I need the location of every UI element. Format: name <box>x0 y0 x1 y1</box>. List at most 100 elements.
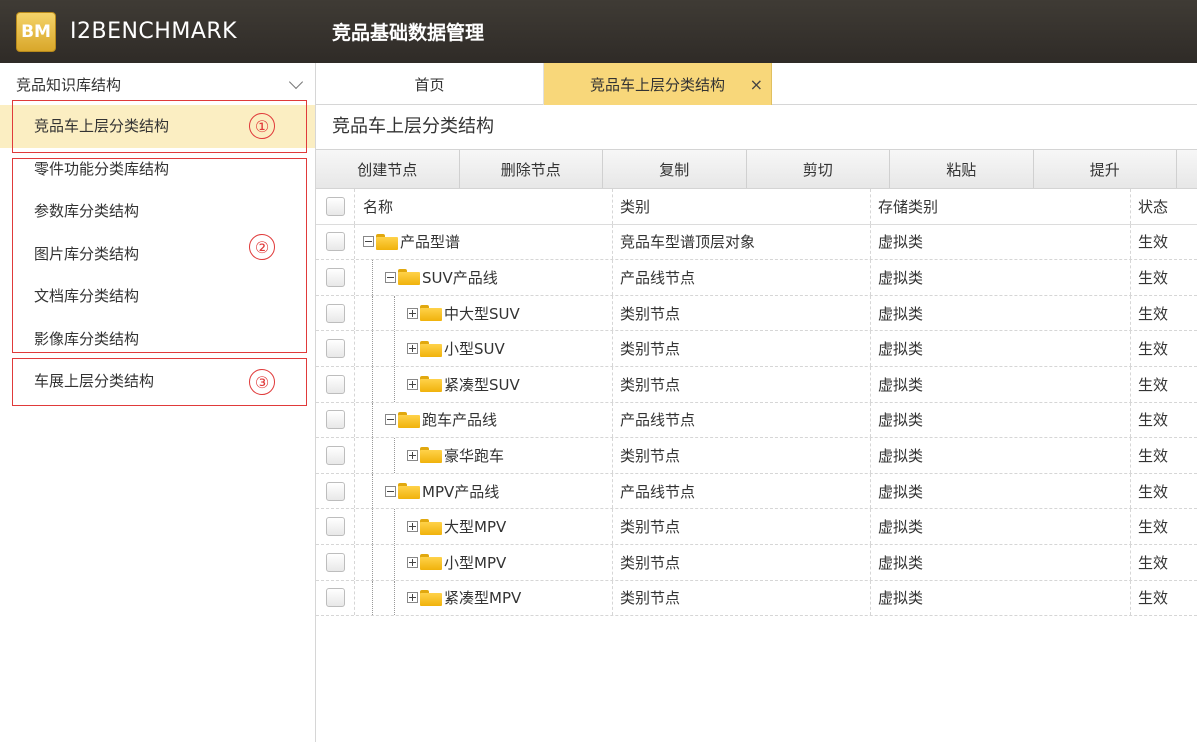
node-name[interactable]: 大型MPV <box>444 516 506 537</box>
tab-classification[interactable]: 竞品车上层分类结构 × <box>544 63 772 105</box>
tab-home[interactable]: 首页 <box>316 63 544 105</box>
folder-icon <box>398 269 420 286</box>
expand-icon[interactable] <box>407 592 418 604</box>
expand-icon[interactable] <box>407 307 418 319</box>
collapse-icon[interactable] <box>363 236 374 248</box>
folder-icon <box>420 554 442 571</box>
expand-icon[interactable] <box>407 556 418 568</box>
tree-guide-line <box>385 438 407 473</box>
folder-icon <box>420 305 442 322</box>
toolbar-button[interactable]: 删除节点 <box>460 150 603 188</box>
column-header-type[interactable]: 类别 <box>613 189 871 224</box>
sidebar-title: 竞品知识库结构 <box>16 75 122 94</box>
collapse-icon[interactable] <box>385 414 396 426</box>
status-cell: 生效 <box>1138 446 1169 465</box>
node-name[interactable]: 产品型谱 <box>400 231 460 252</box>
node-name[interactable]: SUV产品线 <box>422 267 498 288</box>
table-row[interactable]: 跑车产品线 产品线节点 虚拟类 生效 <box>316 402 1197 439</box>
row-checkbox[interactable] <box>325 445 345 465</box>
table-row[interactable]: 小型MPV 类别节点 虚拟类 生效 <box>316 544 1197 581</box>
collapse-icon[interactable] <box>385 271 396 283</box>
table-row[interactable]: 大型MPV 类别节点 虚拟类 生效 <box>316 509 1197 545</box>
row-checkbox[interactable] <box>325 303 345 323</box>
folder-icon <box>398 411 420 428</box>
tree-guide-line <box>363 260 385 295</box>
row-checkbox[interactable] <box>325 232 345 252</box>
toolbar-button[interactable]: 提升 <box>1034 150 1177 188</box>
sidebar: 竞品知识库结构 竞品车上层分类结构 零件功能分类库结构 参数库分类结构 图片库分类结构… <box>0 63 316 742</box>
tree-grid: 名称 类别 存储类别 状态 产品型谱 竞品车型谱顶层对象 虚拟类 生效 SUV产品线 产品… <box>316 189 1197 617</box>
table-row[interactable]: 中大型SUV 类别节点 虚拟类 生效 <box>316 295 1197 332</box>
type-cell: 类别节点 <box>613 580 871 616</box>
column-header-name[interactable]: 名称 <box>355 189 613 224</box>
status-cell: 生效 <box>1138 375 1169 394</box>
row-checkbox[interactable] <box>325 552 345 572</box>
column-header-status[interactable]: 状态 <box>1131 189 1197 224</box>
tab-bar: 首页 竞品车上层分类结构 × <box>316 63 1197 105</box>
storage-cell: 虚拟类 <box>871 438 1131 473</box>
table-row[interactable]: 紧凑型SUV 类别节点 虚拟类 生效 <box>316 366 1197 403</box>
table-row[interactable]: 小型SUV 类别节点 虚拟类 生效 <box>316 331 1197 367</box>
status-cell: 生效 <box>1138 304 1169 323</box>
app-title: 竞品基础数据管理 <box>332 22 485 44</box>
tree-guide-line <box>363 473 385 509</box>
name-cell: 紧凑型SUV <box>355 366 613 402</box>
row-checkbox[interactable] <box>325 410 345 430</box>
annotation-number-1: ① <box>249 113 275 139</box>
folder-icon <box>398 483 420 500</box>
row-select-cell <box>316 473 355 509</box>
name-cell: 中大型SUV <box>355 295 613 331</box>
node-name[interactable]: MPV产品线 <box>422 481 499 502</box>
table-row[interactable]: 紧凑型MPV 类别节点 虚拟类 生效 <box>316 580 1197 617</box>
row-select-cell <box>316 295 355 331</box>
node-name[interactable]: 紧凑型MPV <box>444 587 521 608</box>
expand-icon[interactable] <box>407 378 418 390</box>
tree-guide-line <box>363 402 385 438</box>
expand-icon[interactable] <box>407 449 418 461</box>
annotation-number-2: ② <box>249 234 275 260</box>
sidebar-header[interactable]: 竞品知识库结构 <box>0 63 315 105</box>
row-select-cell <box>316 224 355 260</box>
select-all-cell <box>316 189 355 224</box>
select-all-checkbox[interactable] <box>325 196 345 216</box>
row-checkbox[interactable] <box>325 267 345 287</box>
expand-icon[interactable] <box>407 521 418 533</box>
name-cell: SUV产品线 <box>355 260 613 295</box>
tab-label: 首页 <box>414 75 445 94</box>
collapse-icon[interactable] <box>385 485 396 497</box>
expand-icon[interactable] <box>407 343 418 355</box>
table-row[interactable]: 豪华跑车 类别节点 虚拟类 生效 <box>316 438 1197 474</box>
folder-icon <box>420 340 442 357</box>
node-name[interactable]: 中大型SUV <box>444 303 520 324</box>
node-name[interactable]: 豪华跑车 <box>444 445 504 466</box>
node-name[interactable]: 小型MPV <box>444 552 506 573</box>
tree-guide-line <box>363 580 385 616</box>
name-cell: 紧凑型MPV <box>355 580 613 616</box>
type-cell: 产品线节点 <box>613 473 871 509</box>
toolbar-button[interactable]: 粘贴 <box>890 150 1034 188</box>
tree-guide-line <box>363 295 385 331</box>
close-icon[interactable]: × <box>750 75 763 94</box>
node-name[interactable]: 小型SUV <box>444 338 505 359</box>
name-cell: 小型MPV <box>355 544 613 580</box>
row-checkbox[interactable] <box>325 517 345 537</box>
row-checkbox[interactable] <box>325 481 345 501</box>
toolbar-button[interactable]: 剪切 <box>747 150 890 188</box>
row-checkbox[interactable] <box>325 339 345 359</box>
row-checkbox[interactable] <box>325 374 345 394</box>
tree-guide-line <box>385 509 407 544</box>
annotation-number-3: ③ <box>249 369 275 395</box>
table-row[interactable]: 产品型谱 竞品车型谱顶层对象 虚拟类 生效 <box>316 224 1197 261</box>
chevron-down-icon[interactable] <box>289 77 303 91</box>
row-checkbox[interactable] <box>325 588 345 608</box>
table-row[interactable]: MPV产品线 产品线节点 虚拟类 生效 <box>316 473 1197 510</box>
tree-guide-line <box>363 438 385 473</box>
toolbar-button[interactable]: 创建节点 <box>316 150 460 188</box>
table-row[interactable]: SUV产品线 产品线节点 虚拟类 生效 <box>316 260 1197 296</box>
toolbar-button[interactable]: 复制 <box>603 150 747 188</box>
column-header-storage[interactable]: 存储类别 <box>871 189 1131 224</box>
folder-icon <box>420 447 442 464</box>
node-name[interactable]: 紧凑型SUV <box>444 374 520 395</box>
node-name[interactable]: 跑车产品线 <box>422 409 497 430</box>
